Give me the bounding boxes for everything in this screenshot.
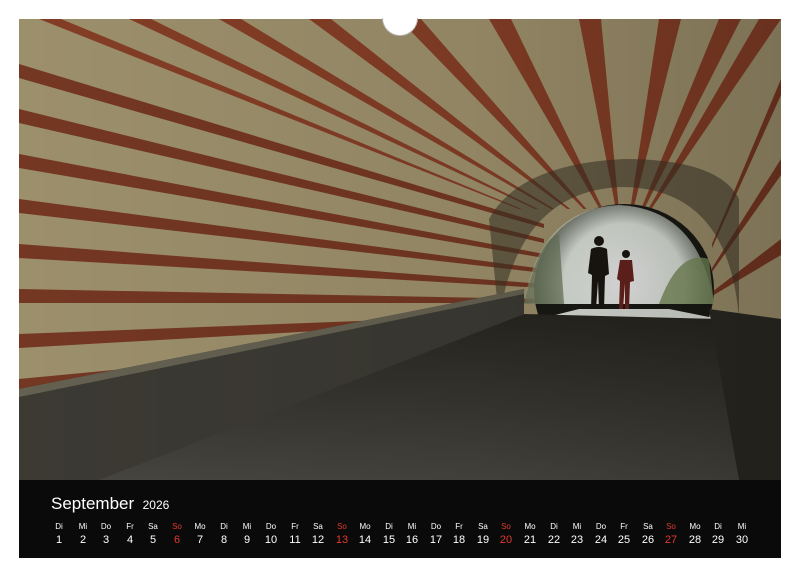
day-cell: Mi 30 <box>731 520 753 547</box>
weekday-label: Fr <box>620 522 628 531</box>
weekday-label: Sa <box>643 522 653 531</box>
day-number: 7 <box>196 534 204 546</box>
day-cell: Mi 23 <box>566 520 588 547</box>
calendar-photo <box>19 19 781 480</box>
weekday-label: Do <box>265 522 277 531</box>
weekday-label: Sa <box>313 522 323 531</box>
day-cell: So 6 <box>166 520 188 547</box>
day-number: 11 <box>289 534 301 546</box>
day-cell: Fr 25 <box>613 520 635 547</box>
day-number: 16 <box>405 534 419 546</box>
weekday-label: So <box>666 522 676 531</box>
day-number: 25 <box>617 534 631 546</box>
day-number: 8 <box>220 534 228 546</box>
day-number: 29 <box>711 534 725 546</box>
weekday-label: Mo <box>194 522 206 531</box>
day-cell: Sa 19 <box>472 520 494 547</box>
weekday-label: So <box>172 522 182 531</box>
day-number: 21 <box>523 534 537 546</box>
day-cell: So 13 <box>331 520 353 547</box>
day-number: 2 <box>79 534 87 546</box>
weekday-label: Sa <box>148 522 158 531</box>
weekday-label: Mo <box>359 522 371 531</box>
day-cell: Fr 4 <box>119 520 141 547</box>
weekday-label: Di <box>55 522 63 531</box>
day-number: 22 <box>547 534 561 546</box>
day-cell: Mi 9 <box>236 520 258 547</box>
weekday-label: Mo <box>689 522 701 531</box>
day-number: 30 <box>735 534 749 546</box>
day-cell: Di 29 <box>707 520 729 547</box>
weekday-label: Sa <box>478 522 488 531</box>
day-number: 3 <box>102 534 110 546</box>
weekday-label: So <box>501 522 511 531</box>
day-cell: Mi 2 <box>72 520 94 547</box>
day-cell: Do 3 <box>95 520 117 547</box>
day-cell: Di 1 <box>48 520 70 547</box>
weekday-label: Mi <box>572 522 582 531</box>
weekday-label: Mi <box>78 522 88 531</box>
day-cell: Fr 18 <box>448 520 470 547</box>
day-number: 5 <box>149 534 157 546</box>
day-number: 6 <box>173 534 181 546</box>
day-cell: Mi 16 <box>401 520 423 547</box>
day-cell: Mo 7 <box>189 520 211 547</box>
weekday-label: Mi <box>242 522 252 531</box>
day-number: 20 <box>499 534 513 546</box>
weekday-label: Do <box>595 522 607 531</box>
weekday-label: Di <box>714 522 722 531</box>
day-grid: Di 1 Mi 2 Do 3 Fr 4 Sa 5 So 6 Mo 7 Di 8 Mi 9 Do 10 Fr 11 Sa 12 S… <box>19 480 781 558</box>
day-cell: Di 8 <box>213 520 235 547</box>
day-number: 19 <box>476 534 490 546</box>
day-cell: Di 22 <box>543 520 565 547</box>
calendar-bar: September 2026 Di 1 Mi 2 Do 3 Fr 4 Sa 5 So 6 Mo 7 Di 8 M… <box>19 480 781 558</box>
weekday-label: Fr <box>291 522 299 531</box>
day-cell: Fr 11 <box>284 520 306 547</box>
weekday-label: So <box>337 522 347 531</box>
day-cell: Sa 12 <box>307 520 329 547</box>
day-number: 27 <box>664 534 678 546</box>
day-number: 18 <box>452 534 466 546</box>
day-number: 28 <box>688 534 702 546</box>
weekday-label: Mo <box>524 522 536 531</box>
day-number: 1 <box>55 534 63 546</box>
day-number: 13 <box>335 534 349 546</box>
weekday-label: Di <box>385 522 393 531</box>
day-number: 15 <box>382 534 396 546</box>
weekday-label: Mi <box>737 522 747 531</box>
weekday-label: Fr <box>126 522 134 531</box>
weekday-label: Fr <box>455 522 463 531</box>
day-number: 9 <box>243 534 251 546</box>
day-number: 12 <box>311 534 325 546</box>
day-cell: Do 17 <box>425 520 447 547</box>
day-cell: Mo 28 <box>684 520 706 547</box>
day-number: 17 <box>429 534 443 546</box>
day-cell: Do 10 <box>260 520 282 547</box>
weekday-label: Do <box>100 522 112 531</box>
day-cell: Do 24 <box>590 520 612 547</box>
day-number: 23 <box>570 534 584 546</box>
weekday-label: Di <box>550 522 558 531</box>
day-number: 14 <box>358 534 372 546</box>
day-cell: Mo 21 <box>519 520 541 547</box>
day-cell: So 27 <box>660 520 682 547</box>
weekday-label: Mi <box>407 522 417 531</box>
day-cell: Mo 14 <box>354 520 376 547</box>
day-cell: Di 15 <box>378 520 400 547</box>
day-cell: Sa 5 <box>142 520 164 547</box>
day-number: 26 <box>641 534 655 546</box>
weekday-label: Di <box>220 522 228 531</box>
day-cell: Sa 26 <box>637 520 659 547</box>
day-number: 4 <box>126 534 134 546</box>
weekday-label: Do <box>430 522 442 531</box>
day-number: 10 <box>264 534 278 546</box>
day-number: 24 <box>594 534 608 546</box>
day-cell: So 20 <box>495 520 517 547</box>
